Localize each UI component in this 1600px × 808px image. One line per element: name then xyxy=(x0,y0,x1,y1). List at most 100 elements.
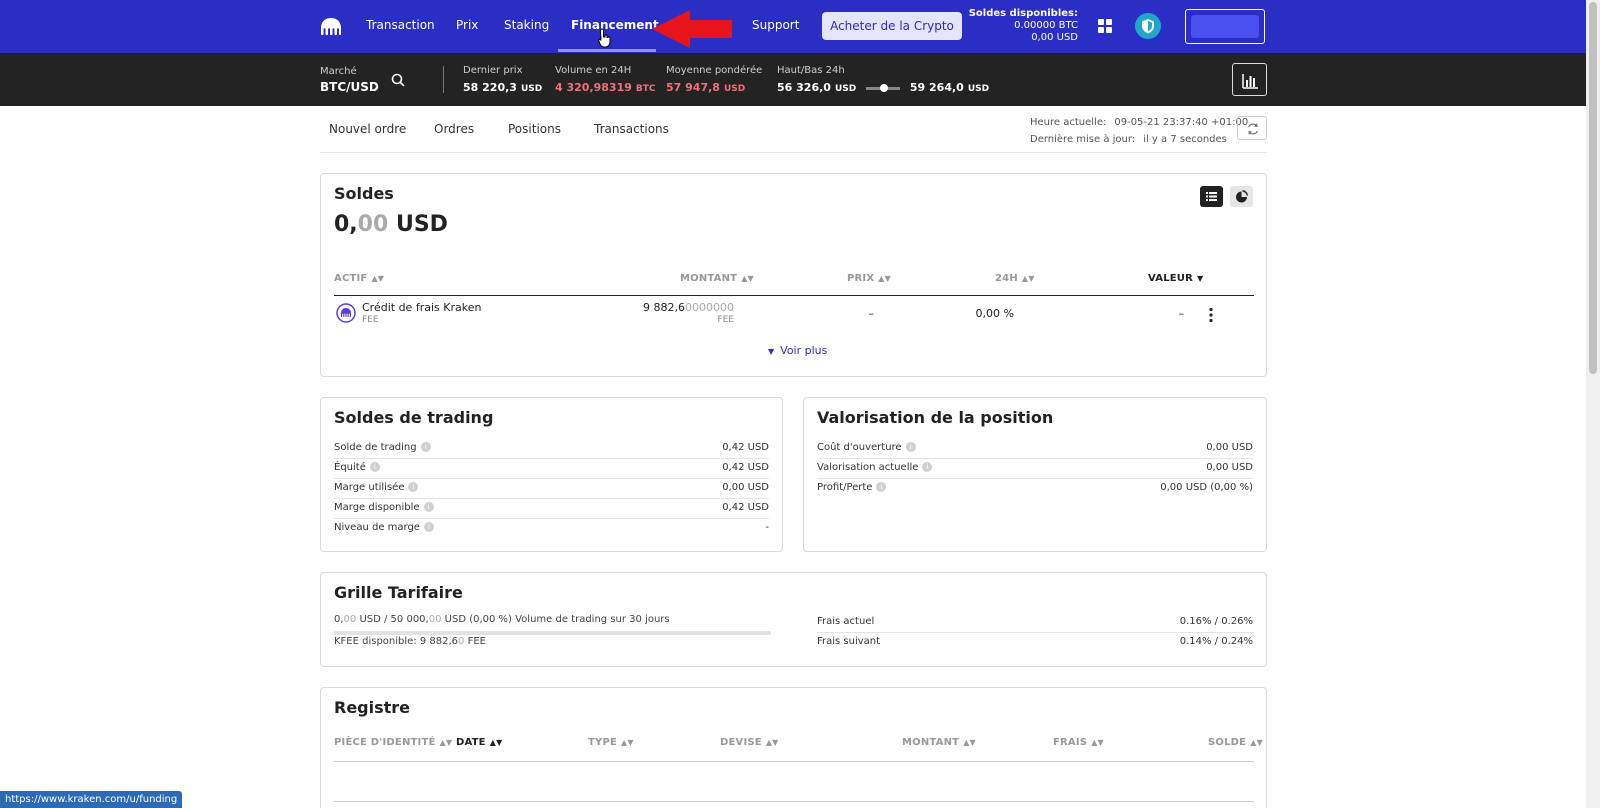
pie-view-button[interactable] xyxy=(1230,186,1253,207)
more-options-icon[interactable] xyxy=(1208,307,1214,323)
range-slider-indicator xyxy=(866,83,901,92)
col-24h[interactable]: 24H ▲▼ xyxy=(995,273,1035,284)
tab-orders[interactable]: Ordres xyxy=(434,122,474,136)
col-asset-label: ACTIF xyxy=(334,273,368,284)
total-dec: 00 xyxy=(357,212,389,237)
see-more-link[interactable]: ▼ Voir plus xyxy=(768,344,827,357)
kv-value: 0,00 USD xyxy=(722,482,769,493)
market-pair: BTC/USD xyxy=(320,80,379,94)
col-asset[interactable]: ACTIF ▲▼ xyxy=(334,273,384,284)
kv-label-text: Marge utilisée xyxy=(334,482,405,493)
fees-title: Grille Tarifaire xyxy=(334,583,463,602)
fee-schedule-card: Grille Tarifaire 0,00 USD / 50 000,00 US… xyxy=(320,572,1267,667)
account-menu-button[interactable] xyxy=(1185,9,1265,44)
col-price[interactable]: PRIX ▲▼ xyxy=(847,273,891,284)
ledger-col-amount[interactable]: MONTANT ▲▼ xyxy=(902,737,976,748)
ledger-col-balance[interactable]: SOLDE ▲▼ xyxy=(1208,737,1263,748)
market-divider xyxy=(443,66,444,93)
kv-label-text: Marge disponible xyxy=(334,502,420,513)
vol-b: USD / 50 000, xyxy=(356,614,429,625)
info-icon[interactable]: i xyxy=(423,502,434,512)
ledger-col-type[interactable]: TYPE ▲▼ xyxy=(588,737,634,748)
nav-link-transaction[interactable]: Transaction xyxy=(366,18,435,32)
kv-label-text: Valorisation actuelle xyxy=(817,462,919,473)
kraken-fee-icon xyxy=(336,303,356,323)
tab-transactions[interactable]: Transactions xyxy=(594,122,669,136)
last-price-unit: USD xyxy=(520,84,543,94)
volume-progress-bar xyxy=(334,631,771,635)
col-value[interactable]: VALEUR ▼ xyxy=(1148,273,1203,284)
list-icon xyxy=(1206,192,1217,201)
available-balances: Soldes disponibles: 0.00000 BTC 0,00 USD xyxy=(960,8,1078,44)
weighted-average: Moyenne pondérée 57 947,8 USD xyxy=(666,65,762,94)
list-view-button[interactable] xyxy=(1200,186,1223,207)
vwap-label: Moyenne pondérée xyxy=(666,65,763,76)
asset-code: FEE xyxy=(362,315,379,325)
nav-link-support[interactable]: Support xyxy=(752,18,799,32)
info-icon[interactable]: i xyxy=(922,462,933,472)
info-icon[interactable]: i xyxy=(408,482,419,492)
current-time-label: Heure actuelle: xyxy=(1030,117,1107,128)
last-price: Dernier prix 58 220,3 USD xyxy=(463,65,542,94)
volume-value: 4 320,98319 xyxy=(555,81,632,94)
ledger-col-id[interactable]: PIÈCE D'IDENTITÉ ▲▼ xyxy=(334,737,452,748)
kv-label: Coût d'ouverture i xyxy=(817,442,916,453)
current-fee-label: Frais actuel xyxy=(817,616,875,627)
kv-value: - xyxy=(765,522,769,533)
refresh-button[interactable] xyxy=(1237,116,1267,140)
kv-label-text: Coût d'ouverture xyxy=(817,442,902,453)
total-int: 0, xyxy=(334,212,358,237)
next-fee-value: 0.14% / 0.24% xyxy=(1179,636,1253,647)
red-arrow-annotation-icon xyxy=(652,10,732,48)
see-more-label: Voir plus xyxy=(780,344,828,357)
info-icon[interactable]: i xyxy=(905,442,916,452)
kv-separator xyxy=(817,478,1253,479)
kv-separator xyxy=(334,518,769,519)
volume-unit: BTC xyxy=(635,84,656,94)
vol-c: USD (0,00 %) Volume de trading sur 30 jo… xyxy=(441,614,670,625)
kv-label-text: Équité xyxy=(334,462,366,473)
asset-name: Crédit de frais Kraken xyxy=(362,301,482,314)
ledger-col-date[interactable]: DATE ▲▼ xyxy=(456,737,502,748)
chart-toggle-button[interactable] xyxy=(1232,63,1267,96)
ledger-col-fees[interactable]: FRAIS ▲▼ xyxy=(1053,737,1104,748)
col-amount[interactable]: MONTANT ▲▼ xyxy=(680,273,754,284)
balances-card: Soldes 0,00 USD ACTIF ▲▼ MONTANT ▲▼ PRIX ▲▼… xyxy=(320,173,1267,377)
caret-down-icon: ▼ xyxy=(768,347,775,356)
asset-amount: 9 882,60000000 xyxy=(634,301,734,314)
last-price-value: 58 220,3 xyxy=(463,81,517,94)
bar-chart-icon xyxy=(1242,74,1258,89)
ledger-col-type-label: TYPE xyxy=(588,737,618,748)
last-price-label: Dernier prix xyxy=(463,65,523,76)
kv-label-text: Profit/Perte xyxy=(817,482,873,493)
buy-crypto-button[interactable]: Acheter de la Crypto xyxy=(822,12,962,40)
kv-value: 0,42 USD xyxy=(722,442,769,453)
info-icon[interactable]: i xyxy=(423,522,434,532)
market-selector[interactable]: Marché BTC/USD xyxy=(320,66,379,94)
nav-link-staking[interactable]: Staking xyxy=(504,18,549,32)
info-icon[interactable]: i xyxy=(369,462,380,472)
kv-label: Profit/Perte i xyxy=(817,482,887,493)
table-row[interactable]: Crédit de frais Kraken FEE 9 882,6000000… xyxy=(334,299,1254,329)
asset-change: 0,00 % xyxy=(975,307,1014,320)
tab-new-order[interactable]: Nouvel ordre xyxy=(329,122,406,136)
nav-link-prix[interactable]: Prix xyxy=(456,18,478,32)
volume-30d-line: 0,00 USD / 50 000,00 USD (0,00 %) Volume… xyxy=(334,614,670,625)
ledger-col-currency[interactable]: DEVISE ▲▼ xyxy=(720,737,779,748)
info-icon[interactable]: i xyxy=(876,482,887,492)
page-scrollbar[interactable] xyxy=(1586,0,1600,808)
search-icon[interactable] xyxy=(391,73,405,87)
kraken-logo-icon[interactable] xyxy=(320,16,342,36)
info-icon[interactable]: i xyxy=(420,442,431,452)
apps-grid-icon[interactable] xyxy=(1098,19,1112,33)
col-amount-label: MONTANT xyxy=(680,273,738,284)
nav-link-financement[interactable]: Financement xyxy=(571,18,659,32)
market-bar: Marché BTC/USD Dernier prix 58 220,3 USD … xyxy=(0,53,1586,106)
last-update-label: Dernière mise à jour: xyxy=(1030,134,1136,145)
security-shield-icon[interactable] xyxy=(1135,13,1161,39)
kv-label: Valorisation actuelle i xyxy=(817,462,933,473)
position-valuation-card: Valorisation de la position Coût d'ouver… xyxy=(803,397,1267,552)
scrollbar-thumb[interactable] xyxy=(1589,2,1597,374)
tab-positions[interactable]: Positions xyxy=(508,122,561,136)
vwap-value: 57 947,8 xyxy=(666,81,720,94)
